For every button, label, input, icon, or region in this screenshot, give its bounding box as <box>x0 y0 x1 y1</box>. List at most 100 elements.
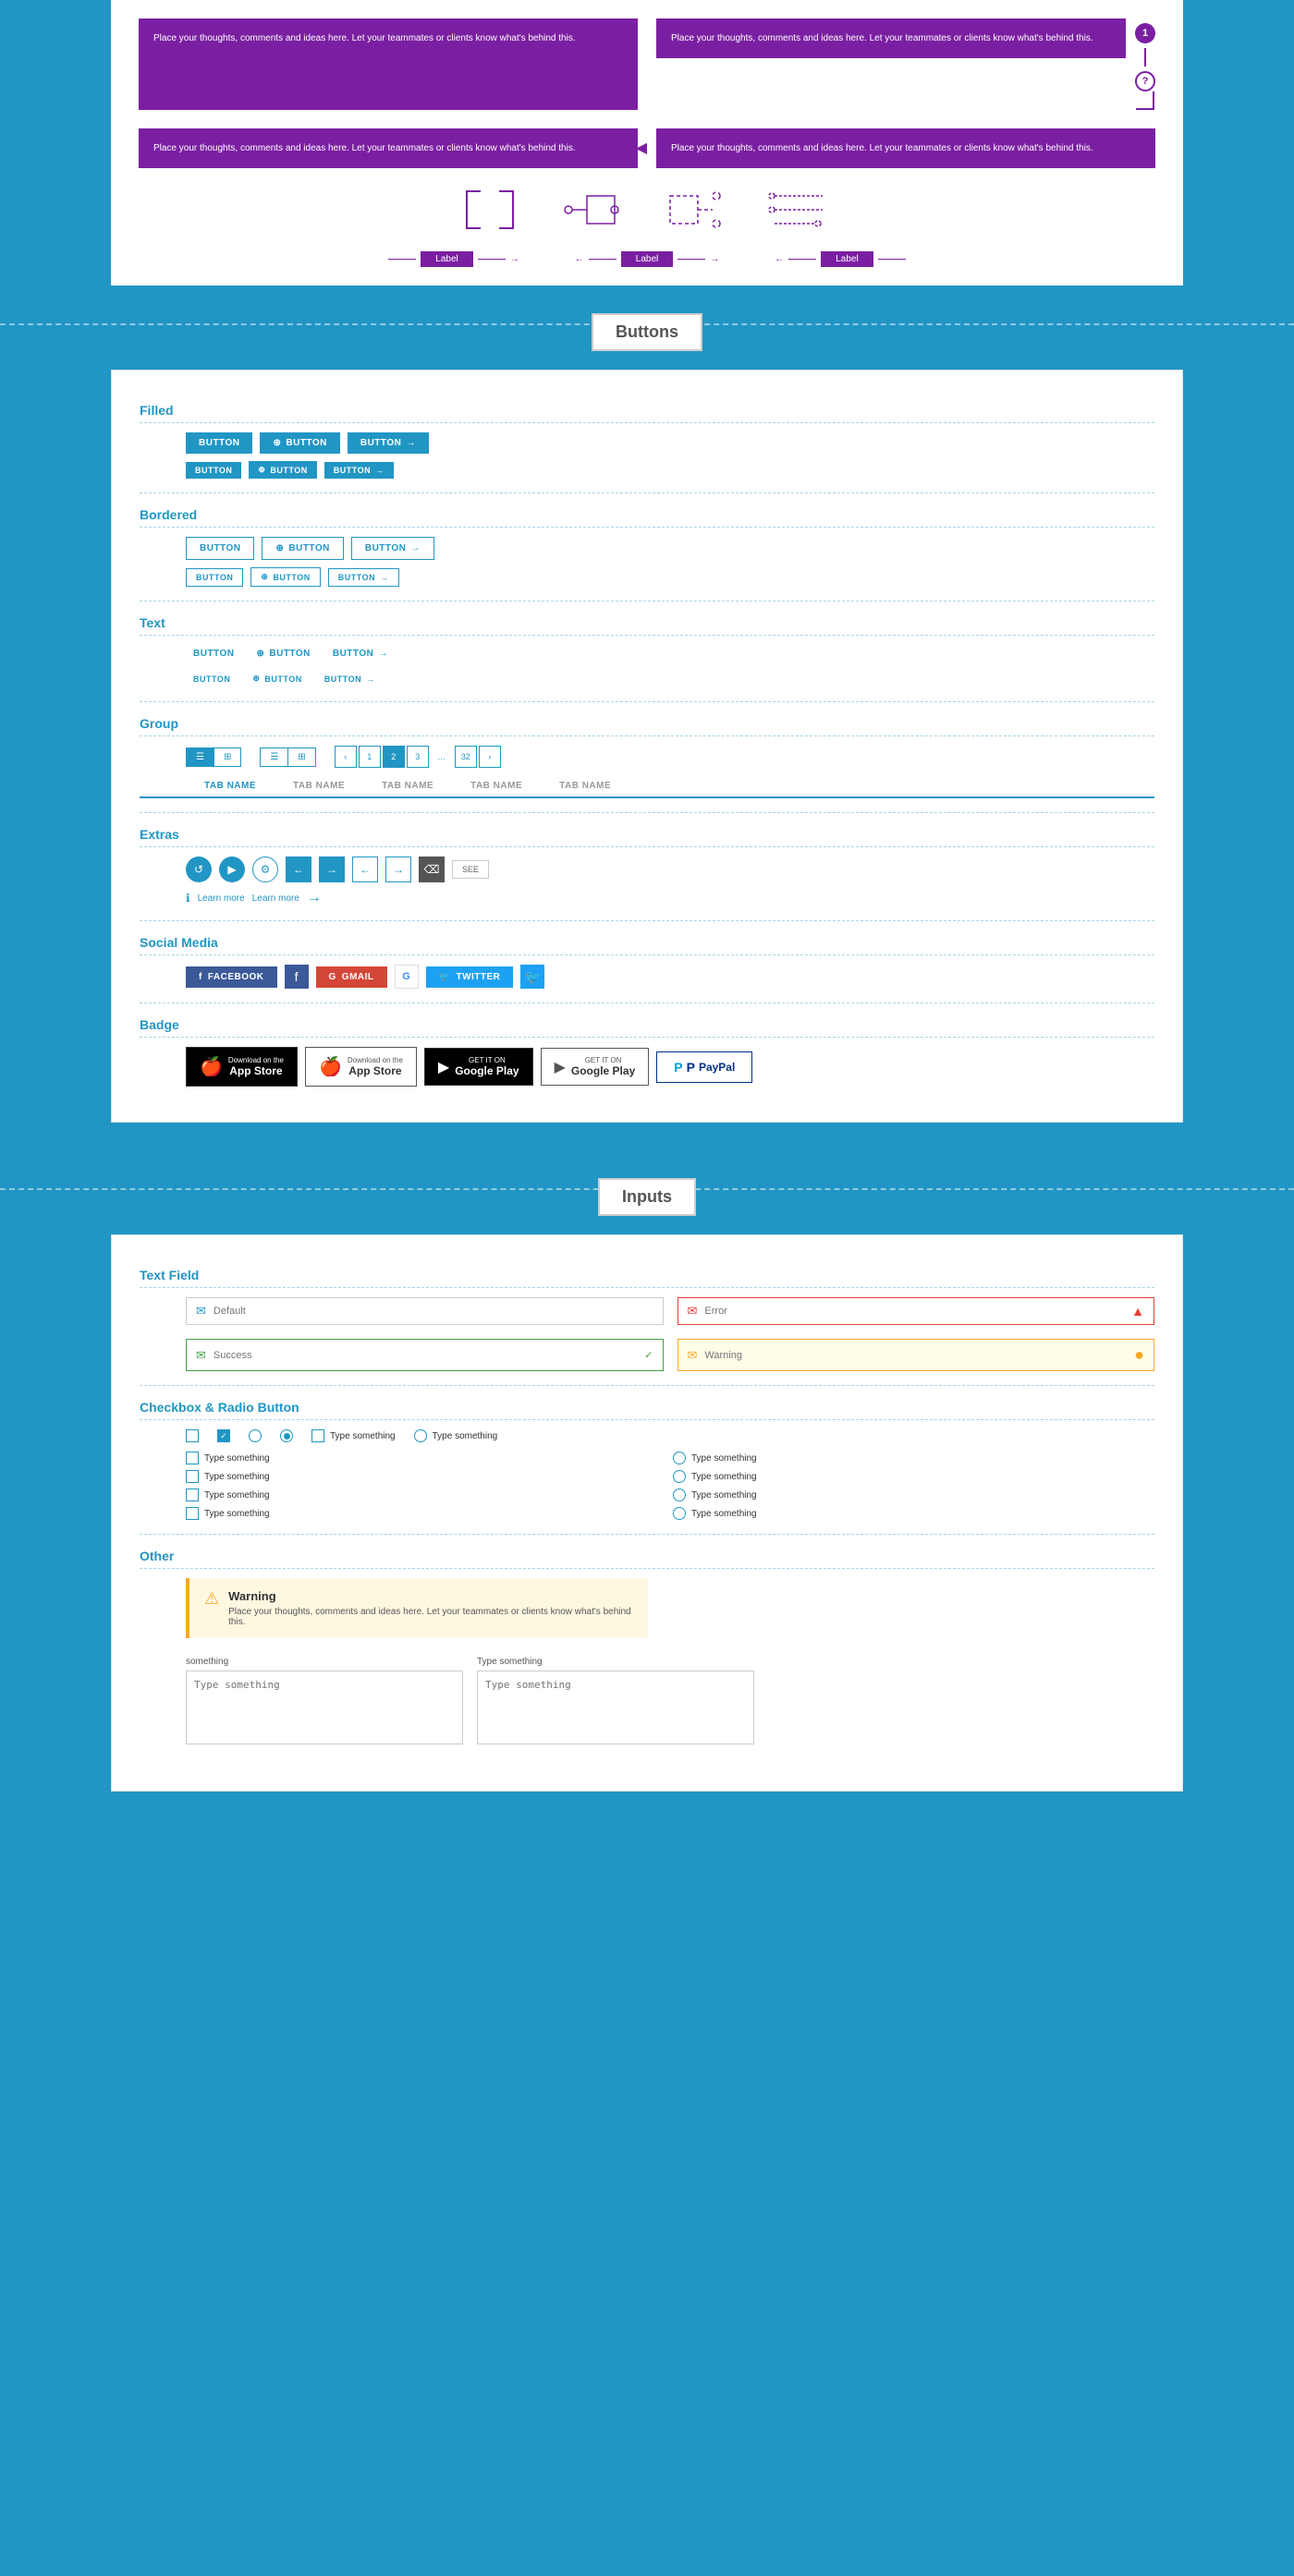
extra-btn-left[interactable]: ← <box>286 857 311 882</box>
rad-2[interactable] <box>673 1470 686 1483</box>
checkbox-item-3[interactable]: Type something <box>186 1488 667 1501</box>
callout-box-2-area: Place your thoughts, comments and ideas … <box>656 18 1155 110</box>
filled-btn-small-3[interactable]: BUTTON → <box>324 462 394 479</box>
radio-item-2[interactable]: Type something <box>673 1470 1154 1483</box>
checkbox-item-2[interactable]: Type something <box>186 1470 667 1483</box>
radio-item-3[interactable]: Type something <box>673 1488 1154 1501</box>
page-next[interactable]: › <box>479 746 501 768</box>
rad-3[interactable] <box>673 1488 686 1501</box>
textarea-input-1[interactable] <box>186 1671 463 1744</box>
checkbox-item-1[interactable]: Type something <box>186 1452 667 1464</box>
radio-checked[interactable] <box>280 1429 293 1442</box>
top-callout-section: Place your thoughts, comments and ideas … <box>111 0 1183 286</box>
radio-item-1[interactable]: Type something <box>673 1452 1154 1464</box>
tab-5[interactable]: TAB NAME <box>541 775 629 796</box>
extra-btn-refresh[interactable]: ↺ <box>186 857 212 882</box>
text-btn-small-3[interactable]: BUTTON → <box>317 671 383 687</box>
checkmark-icon: ✓ <box>644 1349 653 1361</box>
chk-2[interactable] <box>186 1470 199 1483</box>
textarea-input-2[interactable] <box>477 1671 754 1744</box>
tab-4[interactable]: TAB NAME <box>452 775 541 796</box>
google-icon-btn[interactable]: G <box>395 965 419 989</box>
checkbox-unchecked[interactable] <box>186 1429 199 1442</box>
facebook-icon-btn[interactable]: f <box>285 965 309 989</box>
bordered-btn-small-3[interactable]: BUTTON → <box>328 568 399 587</box>
extra-btn-right-b[interactable]: → <box>385 857 411 882</box>
paypal-icon-2: P <box>687 1060 695 1075</box>
radio-item-inline-1[interactable]: Type something <box>414 1429 498 1442</box>
rad-1[interactable] <box>673 1452 686 1464</box>
badge-row: 🍎 Download on the App Store 🍎 Download o… <box>140 1047 1154 1087</box>
text-row-2: BUTTON ⊕ BUTTON BUTTON → <box>140 670 1154 687</box>
bordered-btn-3[interactable]: BUTTON → <box>351 537 434 560</box>
radio-item-4[interactable]: Type something <box>673 1507 1154 1520</box>
text-btn-small-2[interactable]: ⊕ BUTTON <box>245 670 309 687</box>
checkbox-checked[interactable] <box>217 1429 230 1442</box>
tab-3[interactable]: TAB NAME <box>363 775 452 796</box>
callout-box-4: Place your thoughts, comments and ideas … <box>656 128 1155 168</box>
chk-4[interactable] <box>186 1507 199 1520</box>
toggle-btn-grid[interactable]: ⊞ <box>214 748 240 766</box>
page-32[interactable]: 32 <box>455 746 477 768</box>
default-input[interactable] <box>214 1306 653 1317</box>
gmail-full-btn[interactable]: G GMAIL <box>316 966 387 988</box>
tab-2[interactable]: TAB NAME <box>275 775 363 796</box>
extra-btn-play[interactable]: ▶ <box>219 857 245 882</box>
googleplay-light-btn[interactable]: ▶ GET IT ON Google Play <box>541 1048 650 1086</box>
bordered-btn-small-2[interactable]: ⊕ BUTTON <box>250 567 320 587</box>
toggle-btn-2b[interactable]: ⊞ <box>288 748 314 766</box>
social-title: Social Media <box>140 935 1154 955</box>
text-btn-small-1[interactable]: BUTTON <box>186 671 238 687</box>
radio-unchecked[interactable] <box>249 1429 262 1442</box>
filled-btn-small-2[interactable]: ⊕ BUTTON <box>249 461 316 479</box>
text-btn-2[interactable]: ⊕ BUTTON <box>249 645 317 662</box>
connector-vert <box>1144 48 1146 67</box>
page-1[interactable]: 1 <box>359 746 381 768</box>
learn-more-link-2[interactable]: Learn more <box>252 893 299 904</box>
radio-5[interactable] <box>414 1429 427 1442</box>
toggle-btn-icon[interactable]: ☰ <box>187 748 214 766</box>
page-3[interactable]: 3 <box>407 746 429 768</box>
chk-1[interactable] <box>186 1452 199 1464</box>
toggle-btn-2a[interactable]: ☰ <box>261 748 288 766</box>
bordered-btn-1[interactable]: BUTTON <box>186 537 254 560</box>
checkbox-5[interactable] <box>311 1429 324 1442</box>
paypal-btn[interactable]: P P PayPal <box>656 1051 752 1083</box>
extra-btn-see[interactable]: SEE <box>452 860 489 879</box>
learn-more-link-1[interactable]: Learn more <box>198 893 245 904</box>
warning-input[interactable] <box>704 1350 1127 1361</box>
text-btn-3[interactable]: BUTTON → <box>325 645 396 662</box>
googleplay-dark-btn[interactable]: ▶ GET IT ON Google Play <box>424 1048 533 1086</box>
bordered-btn-small-1[interactable]: BUTTON <box>186 568 243 587</box>
twitter-icon-only: 🐦 <box>525 969 541 985</box>
page-2[interactable]: 2 <box>383 746 405 768</box>
chk-3[interactable] <box>186 1488 199 1501</box>
twitter-icon-btn[interactable]: 🐦 <box>520 965 544 989</box>
bordered-btn-2[interactable]: ⊕ BUTTON <box>262 537 343 560</box>
input-row-2: ✉ ✓ ✉ ● <box>140 1339 1154 1371</box>
filled-btn-3[interactable]: BUTTON → <box>348 432 429 454</box>
default-icon: ✉ <box>196 1304 206 1318</box>
rad-4[interactable] <box>673 1507 686 1520</box>
error-input[interactable] <box>704 1306 1124 1317</box>
extra-btn-settings[interactable]: ⚙ <box>252 857 278 882</box>
text-btn-1[interactable]: BUTTON <box>186 645 241 662</box>
filled-btn-2[interactable]: ⊕ BUTTON <box>260 432 339 454</box>
appstore-light-btn[interactable]: 🍎 Download on the App Store <box>305 1047 417 1087</box>
checkbox-item-4[interactable]: Type something <box>186 1507 667 1520</box>
error-triangle-icon: ▲ <box>1131 1304 1144 1318</box>
success-input[interactable] <box>214 1350 637 1361</box>
checkbox-item-inline-1[interactable]: Type something <box>311 1429 396 1442</box>
tab-1[interactable]: TAB NAME <box>186 775 275 798</box>
extra-btn-del[interactable]: ⌫ <box>419 857 445 882</box>
twitter-full-btn[interactable]: 🐦 TWITTER <box>426 966 514 988</box>
appstore-dark-btn[interactable]: 🍎 Download on the App Store <box>186 1047 298 1087</box>
extra-btn-left-b[interactable]: ← <box>352 857 378 882</box>
inputs-section-label: Inputs <box>598 1178 696 1216</box>
page-prev[interactable]: ‹ <box>335 746 357 768</box>
filled-btn-small-1[interactable]: BUTTON <box>186 462 241 479</box>
facebook-full-btn[interactable]: f FACEBOOK <box>186 966 277 988</box>
extra-btn-right[interactable]: → <box>319 857 345 882</box>
filled-btn-1[interactable]: BUTTON <box>186 432 252 454</box>
inputs-section-divider: Inputs <box>0 1150 1294 1225</box>
